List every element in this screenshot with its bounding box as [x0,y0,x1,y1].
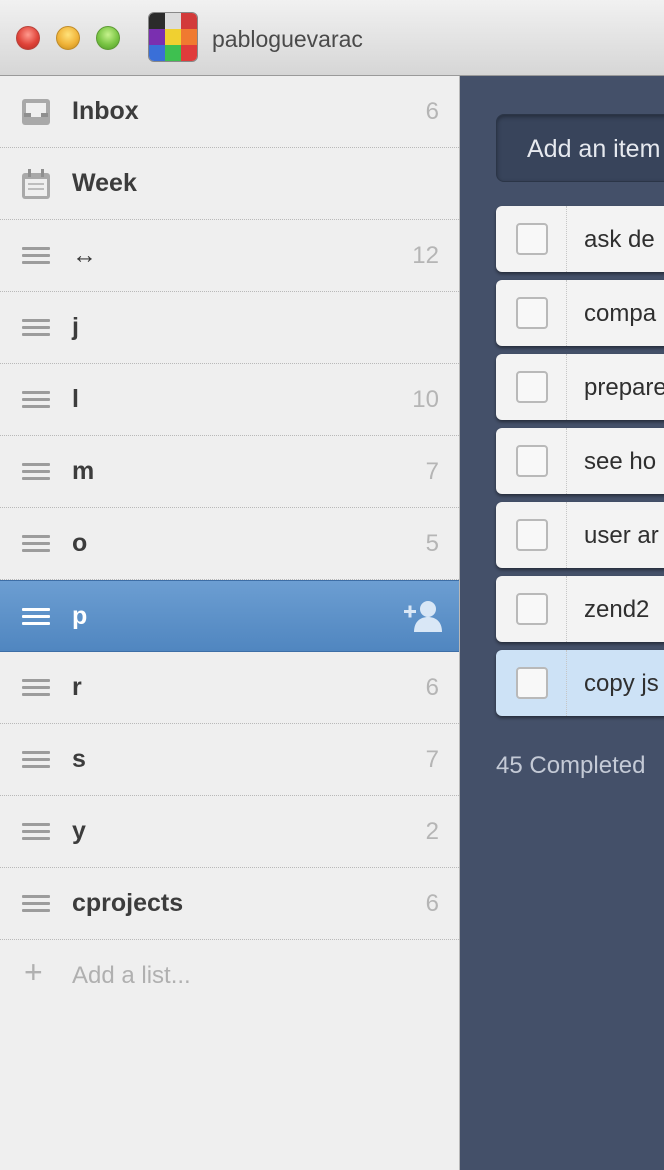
sidebar-list-item[interactable]: Week [0,148,459,220]
list-icon [20,384,52,416]
sidebar-list-label: Inbox [72,97,139,125]
add-item-placeholder: Add an item [527,135,661,163]
task-title[interactable]: copy js [584,670,659,698]
avatar-tile [149,13,165,29]
list-count-badge: 12 [412,241,439,269]
task-title[interactable]: user ar [584,522,659,550]
completed-toggle[interactable]: 45 Completed [496,752,645,780]
list-count-badge: 7 [425,745,439,773]
list-count-badge: 2 [425,817,439,845]
task-item[interactable]: ask de [496,206,664,272]
list-icon [20,312,52,344]
task-title[interactable]: prepare [584,374,664,402]
list-icon [20,240,52,272]
task-title[interactable]: see ho [584,448,656,476]
task-checkbox[interactable] [516,445,548,477]
avatar-tile [165,13,181,29]
list-icon [20,528,52,560]
task-title[interactable]: compa [584,300,656,328]
task-checkbox[interactable] [516,297,548,329]
task-checkbox[interactable] [516,223,548,255]
task-item[interactable]: see ho [496,428,664,494]
task-item[interactable]: compa [496,280,664,346]
task-item[interactable]: zend2 [496,576,664,642]
sidebar-list-label: o [72,529,88,557]
task-item[interactable]: user ar [496,502,664,568]
list-icon [20,816,52,848]
avatar-tile [149,29,165,45]
task-checkbox[interactable] [516,667,548,699]
task-title[interactable]: ask de [584,226,655,254]
sidebar-list-label: l [72,385,79,413]
task-divider [566,354,567,420]
sidebar-list-label: m [72,457,95,485]
task-divider [566,650,567,716]
minimize-window-button[interactable] [56,26,80,50]
close-window-button[interactable] [16,26,40,50]
sidebar-list-item[interactable]: o5 [0,508,459,580]
title-bar: pabloguevarac [0,0,664,76]
avatar-tile [181,29,197,45]
task-checkbox[interactable] [516,519,548,551]
sidebar-list-label: r [72,673,82,701]
add-list-button[interactable]: + Add a list... [0,940,459,1012]
inbox-icon [20,96,52,128]
list-count-badge: 6 [425,673,439,701]
sidebar-list-item[interactable]: r6 [0,652,459,724]
avatar-tile [181,45,197,61]
add-item-input[interactable]: Add an item [496,114,664,182]
list-icon [20,744,52,776]
list-icon [20,456,52,488]
sidebar-list-label: ↔ [72,241,97,269]
sidebar-list-item[interactable]: j [0,292,459,364]
sidebar-list-label: Week [72,169,137,197]
sidebar-list-item[interactable]: Inbox 6 [0,76,459,148]
task-divider [566,428,567,494]
sidebar: Inbox 6 Week ↔ 12 j l 10 m 7 o 5 p r 6 s 7 y 2 cprojects 6 +… [0,76,460,1170]
sidebar-list-item[interactable]: y2 [0,796,459,868]
sidebar-list-item[interactable]: l 10 [0,364,459,436]
task-item[interactable]: copy js [496,650,664,716]
task-divider [566,502,567,568]
add-list-label: Add a list... [72,962,191,989]
sidebar-list-item[interactable]: m7 [0,436,459,508]
sidebar-list-label: p [72,601,88,630]
task-checkbox[interactable] [516,371,548,403]
avatar-tile [149,45,165,61]
list-icon [20,600,52,632]
username-label[interactable]: pabloguevarac [212,26,363,53]
task-checkbox[interactable] [516,593,548,625]
list-count-badge: 6 [425,889,439,917]
sidebar-list-label: cprojects [72,889,184,917]
user-avatar[interactable] [148,12,198,62]
list-count-badge: 10 [412,385,439,413]
avatar-tile [165,29,181,45]
list-container: Inbox 6 Week ↔ 12 j l 10 m 7 o 5 p r 6 s 7 y 2 cprojects 6 [0,76,459,940]
task-divider [566,576,567,642]
avatar-tile [165,45,181,61]
task-divider [566,280,567,346]
task-title[interactable]: zend2 [584,596,649,624]
list-count-badge: 6 [425,97,439,125]
sidebar-list-label: y [72,817,86,845]
sidebar-list-label: j [72,313,79,341]
share-list-icon[interactable] [403,599,443,633]
task-panel: Add an item ask de compa prepare see ho user… [461,76,664,1170]
list-count-badge: 5 [425,529,439,557]
sidebar-list-item[interactable]: p [0,580,459,652]
sidebar-list-item[interactable]: ↔ 12 [0,220,459,292]
sidebar-list-item[interactable]: s7 [0,724,459,796]
sidebar-list-item[interactable]: cprojects 6 [0,868,459,940]
task-divider [566,206,567,272]
list-icon [20,672,52,704]
list-icon [20,888,52,920]
plus-icon: + [24,954,43,990]
zoom-window-button[interactable] [96,26,120,50]
avatar-tile [181,13,197,29]
list-count-badge: 7 [425,457,439,485]
sidebar-list-label: s [72,745,86,773]
calendar-icon [20,168,52,200]
task-item[interactable]: prepare [496,354,664,420]
